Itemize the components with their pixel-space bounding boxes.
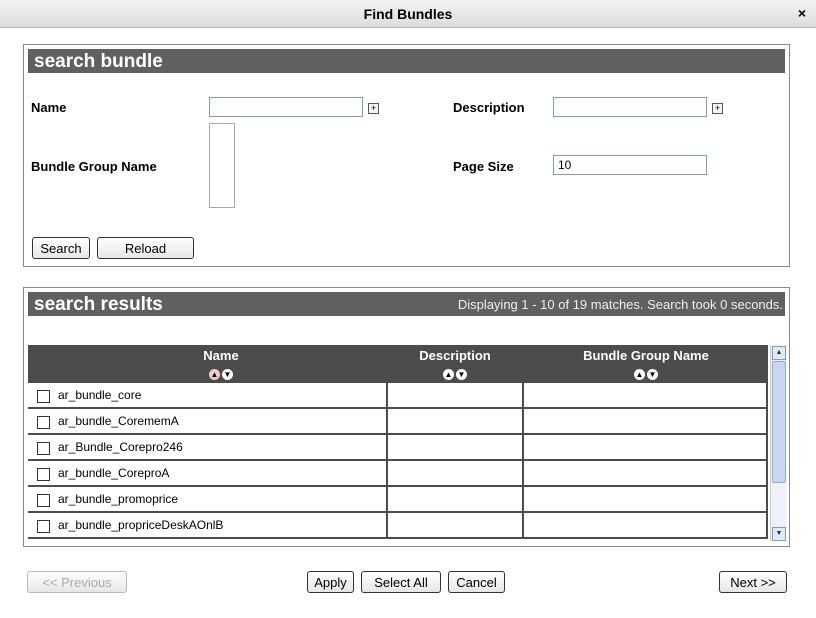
dialog-title: Find Bundles [363, 6, 453, 22]
close-icon[interactable]: × [798, 5, 806, 21]
scroll-down-icon[interactable]: ▼ [772, 527, 786, 541]
bundle-group-cell [524, 487, 768, 511]
bundle-name: ar_Bundle_Corepro246 [58, 440, 183, 454]
sort-ascending-icon[interactable]: ▲ [209, 369, 220, 380]
column-header-name-label: Name [203, 348, 239, 363]
search-results-header: search results Displaying 1 - 10 of 19 m… [28, 292, 785, 316]
bundle-name: ar_bundle_propriceDeskAOnlB [58, 518, 224, 532]
column-header-description[interactable]: Description ▲ ▼ [388, 348, 522, 380]
sort-descending-icon[interactable]: ▼ [222, 369, 233, 380]
name-label: Name [31, 100, 67, 115]
bundle-group-cell [524, 461, 768, 485]
sort-descending-icon[interactable]: ▼ [456, 369, 467, 380]
description-cell [388, 513, 524, 537]
description-cell [388, 435, 524, 459]
next-button[interactable]: Next >> [719, 571, 787, 593]
row-checkbox[interactable] [37, 416, 50, 429]
description-expand-icon[interactable]: + [712, 103, 723, 114]
row-checkbox[interactable] [37, 468, 50, 481]
page-size-input[interactable] [553, 155, 707, 175]
bundle-group-cell [524, 435, 768, 459]
search-results-heading: search results [34, 294, 163, 315]
description-cell [388, 487, 524, 511]
select-all-button[interactable]: Select All [361, 571, 441, 593]
bundle-group-cell [524, 383, 768, 407]
description-sort-controls: ▲ ▼ [388, 365, 522, 380]
description-cell [388, 461, 524, 485]
search-button[interactable]: Search [32, 237, 90, 259]
table-row[interactable]: ar_bundle_CorememA [28, 409, 768, 435]
sort-descending-icon[interactable]: ▼ [647, 369, 658, 380]
name-cell: ar_bundle_CoreproA [28, 461, 388, 485]
description-input[interactable] [553, 97, 707, 117]
name-cell: ar_bundle_promoprice [28, 487, 388, 511]
results-table-body: ar_bundle_core ar_bundle_CorememA ar_Bun… [28, 383, 768, 541]
description-cell [388, 409, 524, 433]
table-row[interactable]: ar_bundle_promoprice [28, 487, 768, 513]
scroll-thumb[interactable] [772, 361, 786, 483]
name-cell: ar_bundle_core [28, 383, 388, 407]
bundle-name: ar_bundle_CorememA [58, 414, 179, 428]
row-checkbox[interactable] [37, 494, 50, 507]
bundle-name: ar_bundle_promoprice [58, 492, 179, 506]
bundle-group-sort-controls: ▲ ▼ [524, 365, 768, 380]
bundle-group-label: Bundle Group Name [31, 159, 157, 174]
bundle-group-cell [524, 409, 768, 433]
results-count-text: Displaying 1 - 10 of 19 matches. Search … [457, 297, 783, 312]
apply-button[interactable]: Apply [307, 571, 354, 593]
description-label: Description [453, 100, 525, 115]
reload-button[interactable]: Reload [97, 237, 194, 259]
column-header-description-label: Description [419, 348, 491, 363]
results-table-header: Name ▲ ▼ Description ▲ ▼ Bundle Group Name… [28, 345, 768, 383]
row-checkbox[interactable] [37, 520, 50, 533]
row-checkbox[interactable] [37, 442, 50, 455]
sort-ascending-icon[interactable]: ▲ [634, 369, 645, 380]
name-sort-controls: ▲ ▼ [56, 365, 386, 380]
column-header-bundle-group[interactable]: Bundle Group Name ▲ ▼ [524, 348, 768, 380]
page-size-label: Page Size [453, 159, 514, 174]
previous-button[interactable]: << Previous [27, 571, 127, 593]
name-cell: ar_bundle_propriceDeskAOnlB [28, 513, 388, 537]
cancel-button[interactable]: Cancel [448, 571, 505, 593]
sort-ascending-icon[interactable]: ▲ [443, 369, 454, 380]
results-scrollbar[interactable]: ▲ ▼ [770, 345, 786, 541]
dialog-titlebar: Find Bundles × [0, 0, 816, 28]
column-header-bundle-group-label: Bundle Group Name [583, 348, 709, 363]
name-cell: ar_bundle_CorememA [28, 409, 388, 433]
bundle-group-cell [524, 513, 768, 537]
name-input[interactable] [209, 97, 363, 117]
table-row[interactable]: ar_bundle_CoreproA [28, 461, 768, 487]
search-bundle-header: search bundle [28, 49, 785, 73]
table-row[interactable]: ar_Bundle_Corepro246 [28, 435, 768, 461]
table-row[interactable]: ar_bundle_propriceDeskAOnlB [28, 513, 768, 539]
name-cell: ar_Bundle_Corepro246 [28, 435, 388, 459]
description-cell [388, 383, 524, 407]
bundle-name: ar_bundle_core [58, 388, 142, 402]
bundle-name: ar_bundle_CoreproA [58, 466, 170, 480]
scroll-up-icon[interactable]: ▲ [772, 346, 786, 360]
search-bundle-heading: search bundle [34, 51, 163, 72]
table-row[interactable]: ar_bundle_core [28, 383, 768, 409]
column-header-name[interactable]: Name ▲ ▼ [56, 348, 386, 380]
name-expand-icon[interactable]: + [368, 103, 379, 114]
bundle-group-list[interactable] [209, 123, 235, 208]
row-checkbox[interactable] [37, 390, 50, 403]
